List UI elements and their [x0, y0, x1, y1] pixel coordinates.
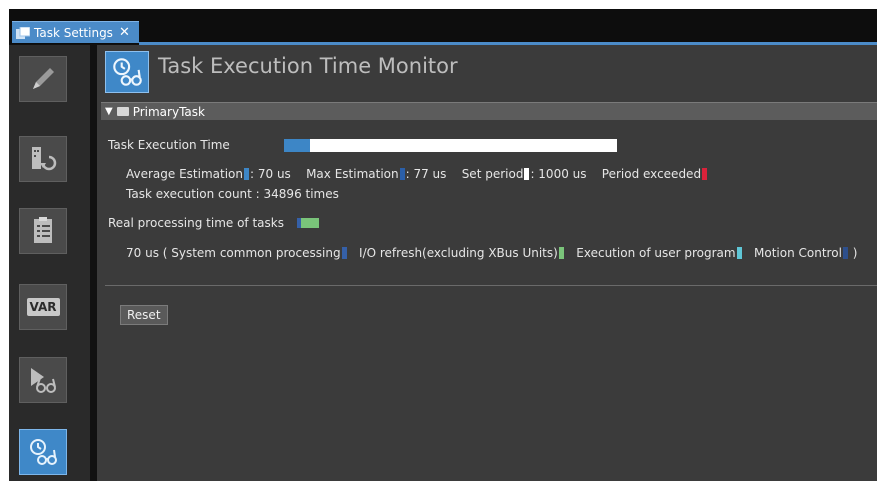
- pencil-icon: [33, 68, 54, 89]
- close-icon[interactable]: ✕: [119, 26, 130, 39]
- period-exceeded-label: Period exceeded: [601, 167, 702, 181]
- system-common-swatch: [341, 247, 347, 259]
- io-refresh-label: I/O refresh(excluding XBus Units): [359, 246, 558, 260]
- list-button[interactable]: [19, 208, 67, 254]
- divider: [105, 285, 877, 286]
- task-monitor-icon: [30, 439, 57, 465]
- estimation-row: Average Estimation : 70 us Max Estimation…: [126, 167, 708, 181]
- io-refresh-swatch: [558, 247, 564, 259]
- real-processing-label: Real processing time of tasks: [108, 216, 284, 230]
- variables-button[interactable]: VAR: [19, 284, 67, 330]
- io-map-button[interactable]: [19, 136, 67, 182]
- simulation-monitor-button[interactable]: [19, 357, 67, 403]
- average-estimation-label: Average Estimation: [126, 167, 243, 181]
- user-program-swatch: [736, 247, 742, 259]
- max-estimation-value: : 77 us: [405, 167, 447, 181]
- set-period-swatch: [524, 168, 530, 180]
- section-title: PrimaryTask: [132, 104, 205, 119]
- document-icon: [16, 26, 30, 39]
- execution-count: Task execution count : 34896 times: [126, 187, 339, 201]
- close-paren: ): [852, 246, 858, 260]
- real-processing-breakdown: 70 us ( System common processing I/O ref…: [126, 246, 857, 260]
- reset-button[interactable]: Reset: [120, 305, 168, 325]
- motion-control-label: Motion Control: [754, 246, 842, 260]
- expand-triangle-icon[interactable]: ▼: [105, 106, 113, 117]
- user-program-label: Execution of user program: [576, 246, 736, 260]
- max-estimation-label: Max Estimation: [306, 167, 399, 181]
- execution-time-bar-fill: [284, 139, 310, 152]
- execution-time-bar: [284, 139, 617, 152]
- set-period-label: Set period: [461, 167, 524, 181]
- max-swatch: [399, 168, 405, 180]
- motion-control-swatch: [842, 247, 848, 259]
- tab-title: Task Settings: [34, 25, 113, 40]
- tab-bar: Task Settings ✕: [9, 9, 877, 45]
- period-exceeded-swatch: [702, 168, 708, 180]
- task-monitor-button[interactable]: [19, 429, 67, 475]
- var-icon: VAR: [26, 298, 60, 316]
- edit-button[interactable]: [19, 56, 67, 102]
- execution-time-label: Task Execution Time: [108, 138, 230, 152]
- section-header-primarytask[interactable]: ▼ PrimaryTask: [101, 102, 877, 120]
- page-title: Task Execution Time Monitor: [158, 54, 458, 78]
- real-processing-swatch: [297, 218, 319, 228]
- simulation-monitor-icon: [31, 368, 56, 393]
- folder-icon: [116, 107, 129, 116]
- main-panel: Task Execution Time Monitor ▼ PrimaryTas…: [97, 45, 877, 481]
- tab-task-settings[interactable]: Task Settings ✕: [12, 21, 139, 43]
- io-mapping-icon: [32, 147, 57, 171]
- real-processing-value: 70 us ( System common processing: [126, 246, 341, 260]
- set-period-value: : 1000 us: [530, 167, 587, 181]
- window-frame: Task Settings ✕ VAR Task Execution Time …: [9, 9, 877, 481]
- list-icon: [34, 217, 52, 243]
- average-estimation-value: : 70 us: [250, 167, 291, 181]
- header-task-monitor-icon: [105, 51, 149, 93]
- side-toolbar: VAR: [9, 45, 90, 481]
- stopwatch-glasses-icon: [113, 58, 142, 86]
- average-swatch: [244, 168, 249, 180]
